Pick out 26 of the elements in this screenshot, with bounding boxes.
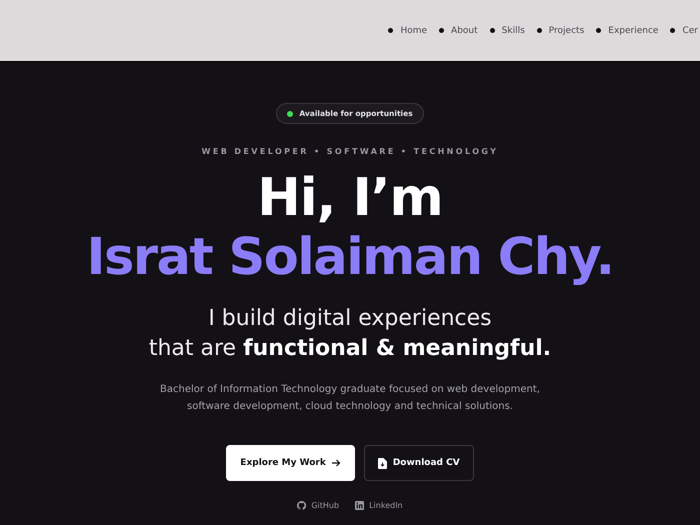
bullet-icon: [490, 28, 495, 33]
nav-link[interactable]: Projects: [548, 26, 584, 36]
role-eyebrow: WEB DEVELOPER • SOFTWARE • TECHNOLOGY: [202, 147, 498, 156]
nav-link[interactable]: Cer: [682, 26, 698, 36]
nav-link[interactable]: Skills: [502, 26, 525, 36]
document-icon: [378, 458, 387, 468]
description-text: Bachelor of Information Technology graduate focused on web development, software development, cloud technology and technical solutions.: [160, 383, 540, 414]
nav-link[interactable]: Home: [400, 26, 428, 36]
arrow-right-icon: [332, 459, 341, 467]
bullet-icon: [388, 28, 394, 33]
download-cv-button[interactable]: Download CV: [364, 445, 474, 481]
linkedin-icon: [355, 501, 364, 510]
bullet-icon: [596, 28, 602, 33]
bullet-icon: [670, 28, 676, 33]
greeting-heading: Hi, I’m: [257, 168, 443, 228]
bullet-icon: [439, 28, 444, 33]
github-icon: [297, 501, 306, 510]
github-link[interactable]: GitHub: [297, 501, 340, 510]
tagline-line: I build digital experiences: [208, 305, 492, 333]
tagline-line: that are functional & meaningful.: [148, 335, 552, 363]
nav-link[interactable]: About: [451, 26, 478, 36]
nav-link[interactable]: Experience: [608, 26, 658, 36]
bullet-icon: [536, 28, 542, 33]
linkedin-link[interactable]: LinkedIn: [355, 501, 403, 510]
name-heading: Israt Solaiman Chy.: [86, 228, 614, 288]
explore-work-button[interactable]: Explore My Work: [226, 445, 355, 481]
